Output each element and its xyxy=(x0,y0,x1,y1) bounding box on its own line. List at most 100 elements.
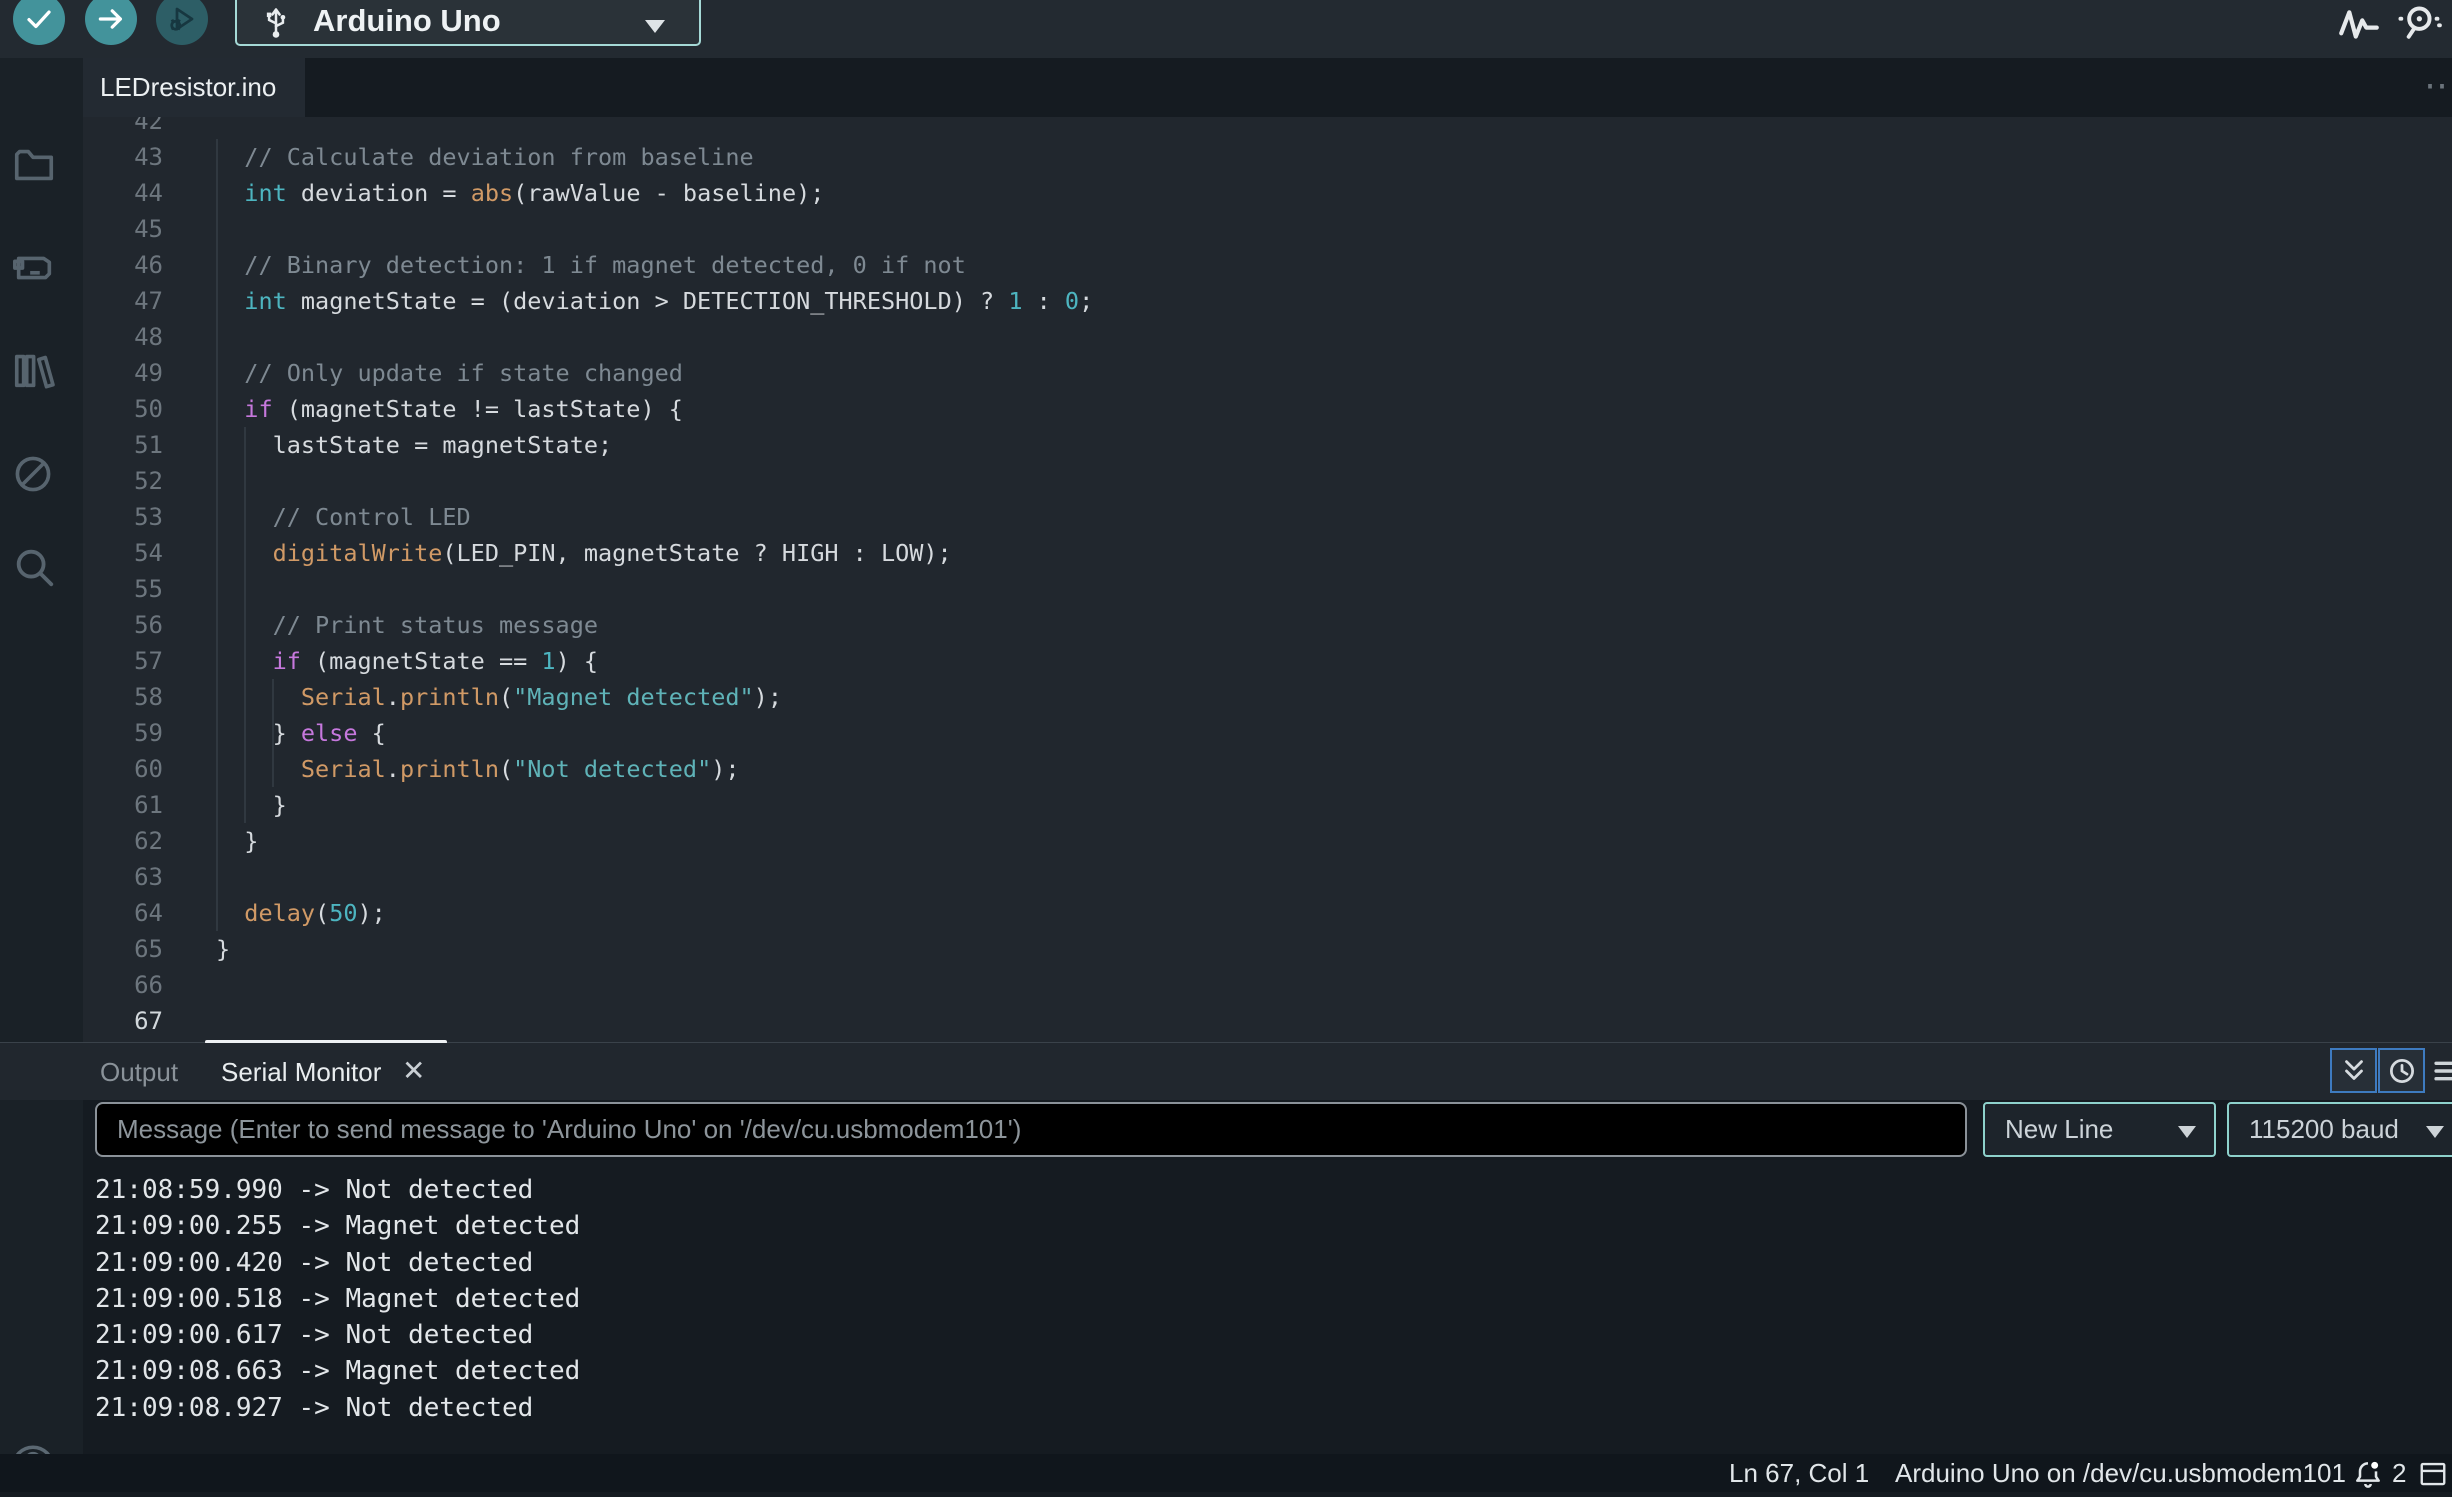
verify-button[interactable] xyxy=(13,0,65,45)
serial-plotter-icon[interactable] xyxy=(2338,2,2380,42)
code-line[interactable]: 45 xyxy=(83,211,2452,247)
panel-layout-icon[interactable] xyxy=(2418,1459,2448,1497)
code-text: // Print status message xyxy=(216,607,598,643)
prohibited-icon xyxy=(11,452,55,496)
code-line[interactable]: 55 xyxy=(83,571,2452,607)
code-line[interactable]: 58 Serial.println("Magnet detected"); xyxy=(83,679,2452,715)
serial-line: 21:09:08.663 -> Magnet detected xyxy=(95,1353,2295,1389)
tab-output[interactable]: Output xyxy=(100,1057,178,1088)
serial-output[interactable]: 21:08:59.990 -> Not detected21:09:00.255… xyxy=(95,1172,2295,1426)
line-number: 43 xyxy=(83,139,163,175)
code-line[interactable]: 46 // Binary detection: 1 if magnet dete… xyxy=(83,247,2452,283)
code-line[interactable]: 64 delay(50); xyxy=(83,895,2452,931)
code-text: } xyxy=(216,787,287,823)
code-text: Serial.println("Magnet detected"); xyxy=(216,679,782,715)
line-number: 62 xyxy=(83,823,163,859)
sidebar-item-boards-manager[interactable] xyxy=(11,245,57,291)
code-line[interactable]: 66 xyxy=(83,967,2452,1003)
tab-ledresistor[interactable]: LEDresistor.ino xyxy=(83,58,305,117)
serial-line: 21:09:00.518 -> Magnet detected xyxy=(95,1281,2295,1317)
code-line[interactable]: 53 // Control LED xyxy=(83,499,2452,535)
line-number: 44 xyxy=(83,175,163,211)
code-line[interactable]: 56 // Print status message xyxy=(83,607,2452,643)
code-line[interactable]: 62 } xyxy=(83,823,2452,859)
serial-message-input[interactable] xyxy=(95,1102,1967,1157)
usb-icon xyxy=(259,4,293,40)
line-number: 46 xyxy=(83,247,163,283)
line-ending-dropdown[interactable]: New Line xyxy=(1983,1102,2216,1157)
serial-line: 21:09:08.927 -> Not detected xyxy=(95,1390,2295,1426)
upload-button[interactable] xyxy=(85,0,137,45)
code-line[interactable]: 59 } else { xyxy=(83,715,2452,751)
code-line[interactable]: 65} xyxy=(83,931,2452,967)
line-number: 49 xyxy=(83,355,163,391)
code-line[interactable]: 44 int deviation = abs(rawValue - baseli… xyxy=(83,175,2452,211)
code-text: lastState = magnetState; xyxy=(216,427,612,463)
code-editor[interactable]: 4243 // Calculate deviation from baselin… xyxy=(83,117,2452,1043)
library-books-icon xyxy=(11,347,57,393)
tab-more-icon[interactable]: ⋯ xyxy=(2424,64,2452,106)
editor-tab-bar: LEDresistor.ino ⋯ xyxy=(83,58,2452,117)
timestamp-toggle-button[interactable] xyxy=(2378,1048,2425,1093)
line-number: 56 xyxy=(83,607,163,643)
cursor-position[interactable]: Ln 67, Col 1 xyxy=(1729,1454,1869,1492)
code-text: delay(50); xyxy=(216,895,386,931)
serial-line: 21:09:00.420 -> Not detected xyxy=(95,1245,2295,1281)
line-number: 47 xyxy=(83,283,163,319)
baud-rate-dropdown[interactable]: 115200 baud xyxy=(2227,1102,2452,1157)
code-line[interactable]: 52 xyxy=(83,463,2452,499)
line-number: 45 xyxy=(83,211,163,247)
line-number: 60 xyxy=(83,751,163,787)
code-line[interactable]: 42 xyxy=(83,117,2452,139)
code-line[interactable]: 61 } xyxy=(83,787,2452,823)
tab-serial-monitor[interactable]: Serial Monitor xyxy=(221,1057,381,1088)
code-text: int deviation = abs(rawValue - baseline)… xyxy=(216,175,824,211)
board-icon xyxy=(11,245,57,291)
code-text: } else { xyxy=(216,715,386,751)
code-text: // Binary detection: 1 if magnet detecte… xyxy=(216,247,966,283)
baud-rate-value: 115200 baud xyxy=(2249,1114,2399,1145)
board-port-status[interactable]: Arduino Uno on /dev/cu.usbmodem101 xyxy=(1895,1454,2346,1492)
code-line[interactable]: 67 xyxy=(83,1003,2452,1039)
chevron-down-icon xyxy=(2426,1126,2444,1138)
toolbar: Arduino Uno xyxy=(0,0,2452,58)
clear-output-icon[interactable] xyxy=(2433,1052,2452,1090)
code-text: if (magnetState != lastState) { xyxy=(216,391,683,427)
sidebar-item-debug[interactable] xyxy=(11,452,57,498)
serial-line: 21:09:00.255 -> Magnet detected xyxy=(95,1208,2295,1244)
line-number: 51 xyxy=(83,427,163,463)
code-line[interactable]: 49 // Only update if state changed xyxy=(83,355,2452,391)
sidebar-item-sketchbook[interactable] xyxy=(11,142,57,188)
code-line[interactable]: 60 Serial.println("Not detected"); xyxy=(83,751,2452,787)
line-number: 55 xyxy=(83,571,163,607)
autoscroll-toggle-button[interactable] xyxy=(2330,1048,2377,1093)
sidebar-item-search[interactable] xyxy=(11,544,57,590)
code-line[interactable]: 48 xyxy=(83,319,2452,355)
debug-button[interactable] xyxy=(156,0,208,45)
board-selector[interactable]: Arduino Uno xyxy=(235,0,701,46)
code-text: } xyxy=(216,823,258,859)
code-line[interactable]: 54 digitalWrite(LED_PIN, magnetState ? H… xyxy=(83,535,2452,571)
clock-icon xyxy=(2387,1056,2417,1086)
check-icon xyxy=(24,4,54,34)
code-line[interactable]: 47 int magnetState = (deviation > DETECT… xyxy=(83,283,2452,319)
line-number: 61 xyxy=(83,787,163,823)
code-line[interactable]: 50 if (magnetState != lastState) { xyxy=(83,391,2452,427)
code-text: // Calculate deviation from baseline xyxy=(216,139,754,175)
code-text: // Control LED xyxy=(216,499,471,535)
code-text: int magnetState = (deviation > DETECTION… xyxy=(216,283,1093,319)
line-number: 54 xyxy=(83,535,163,571)
line-number: 48 xyxy=(83,319,163,355)
code-line[interactable]: 63 xyxy=(83,859,2452,895)
code-line[interactable]: 57 if (magnetState == 1) { xyxy=(83,643,2452,679)
code-line[interactable]: 51 lastState = magnetState; xyxy=(83,427,2452,463)
serial-monitor-icon[interactable] xyxy=(2398,2,2444,42)
notifications-bell-icon[interactable] xyxy=(2352,1458,2384,1496)
code-text: Serial.println("Not detected"); xyxy=(216,751,740,787)
close-icon[interactable]: ✕ xyxy=(402,1054,425,1087)
serial-line: 21:08:59.990 -> Not detected xyxy=(95,1172,2295,1208)
code-line[interactable]: 43 // Calculate deviation from baseline xyxy=(83,139,2452,175)
line-number: 64 xyxy=(83,895,163,931)
sidebar-item-library-manager[interactable] xyxy=(11,347,57,393)
debug-play-icon xyxy=(167,4,197,34)
